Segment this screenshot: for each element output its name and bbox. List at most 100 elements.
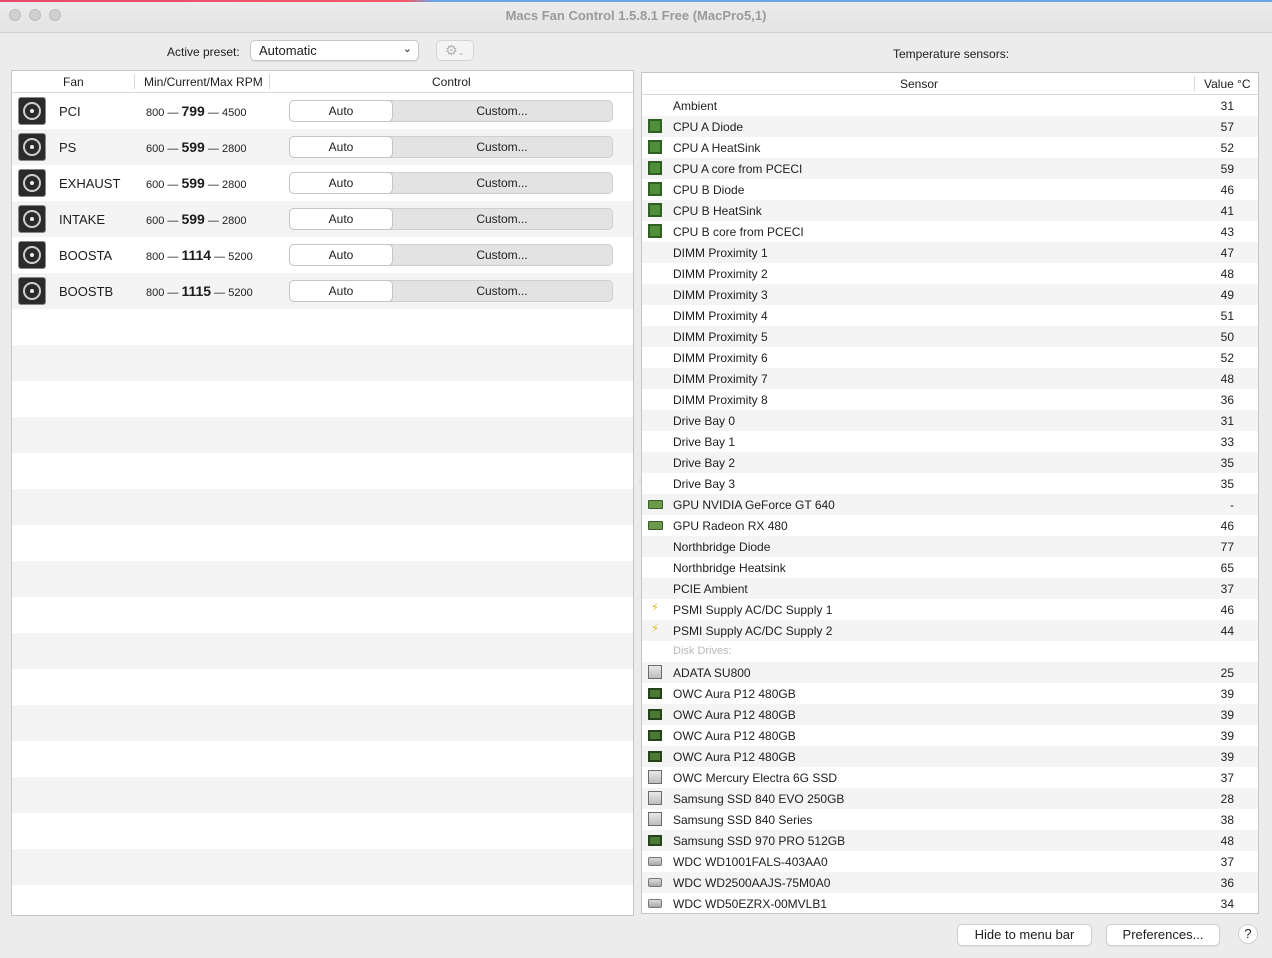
hide-to-menu-bar-button[interactable]: Hide to menu bar	[957, 924, 1092, 946]
fan-control-segment: Auto Custom...	[289, 280, 613, 302]
auto-button[interactable]: Auto	[290, 209, 392, 229]
sensor-value: 36	[1220, 393, 1234, 407]
sensor-row: Samsung SSD 840 EVO 250GB 28	[642, 788, 1258, 809]
rpm-current: 599	[181, 211, 205, 227]
fan-rpm: 800 — 1114 — 5200	[146, 247, 253, 263]
control-column-header[interactable]: Control	[432, 75, 471, 89]
sensor-row: OWC Aura P12 480GB 39	[642, 683, 1258, 704]
hard-disk-icon	[648, 899, 662, 908]
preset-select[interactable]: Automatic ⌄	[250, 40, 419, 61]
sensor-name: CPU A HeatSink	[673, 141, 761, 155]
nvme-ssd-icon	[648, 835, 662, 846]
empty-row	[12, 453, 633, 489]
ssd-drive-icon	[648, 791, 662, 805]
sensor-name: DIMM Proximity 3	[673, 288, 768, 302]
splitter-handle[interactable]: ⋮	[636, 476, 644, 485]
sensor-name: DIMM Proximity 7	[673, 372, 768, 386]
custom-button[interactable]: Custom...	[392, 281, 612, 301]
custom-button[interactable]: Custom...	[392, 137, 612, 157]
rpm-max: 5200	[228, 251, 253, 263]
sensor-value: 48	[1220, 372, 1234, 386]
sensor-value: 49	[1220, 288, 1234, 302]
gear-icon: ⚙	[444, 42, 458, 58]
sensor-row: DIMM Proximity 6 52	[642, 347, 1258, 368]
nvme-ssd-icon	[648, 709, 662, 720]
sensor-value: 28	[1220, 792, 1234, 806]
custom-button[interactable]: Custom...	[392, 101, 612, 121]
sensor-row: DIMM Proximity 5 50	[642, 326, 1258, 347]
fan-row: BOOSTA 800 — 1114 — 5200 Auto Custom...	[12, 237, 633, 273]
sensor-row: CPU A Diode 57	[642, 116, 1258, 137]
auto-button[interactable]: Auto	[290, 245, 392, 265]
sensor-value: 65	[1220, 561, 1234, 575]
empty-row	[12, 633, 633, 669]
sensor-row: DIMM Proximity 2 48	[642, 263, 1258, 284]
sensor-row: Drive Bay 2 35	[642, 452, 1258, 473]
auto-button[interactable]: Auto	[290, 137, 392, 157]
empty-row	[12, 669, 633, 705]
sensor-name: CPU A Diode	[673, 120, 744, 134]
nvme-ssd-icon	[648, 751, 662, 762]
cpu-chip-icon	[648, 161, 662, 175]
rpm-max: 2800	[221, 215, 247, 227]
empty-row	[12, 813, 633, 849]
rpm-column-header[interactable]: Min/Current/Max RPM	[144, 75, 263, 89]
sensor-name: CPU B core from PCECI	[673, 225, 804, 239]
sensor-name: OWC Mercury Electra 6G SSD	[673, 771, 838, 785]
cpu-chip-icon	[648, 182, 662, 196]
sensor-row: Northbridge Diode 77	[642, 536, 1258, 557]
sensor-column-header[interactable]: Sensor	[900, 77, 938, 91]
sensor-value: 39	[1220, 687, 1234, 701]
sensor-name: DIMM Proximity 5	[673, 330, 768, 344]
sensor-value: 37	[1220, 771, 1234, 785]
preferences-button[interactable]: Preferences...	[1106, 924, 1220, 946]
auto-button[interactable]: Auto	[290, 281, 392, 301]
sensor-name: Northbridge Heatsink	[673, 561, 786, 575]
sensor-value: 51	[1220, 309, 1234, 323]
sensor-row: DIMM Proximity 8 36	[642, 389, 1258, 410]
sensor-row: DIMM Proximity 4 51	[642, 305, 1258, 326]
sensor-name: ADATA SU800	[673, 666, 751, 680]
sensor-value: 39	[1220, 729, 1234, 743]
title-accent	[0, 0, 1272, 2]
sensor-name: PSMI Supply AC/DC Supply 1	[673, 603, 833, 617]
fan-name: PS	[59, 140, 77, 155]
fan-column-header[interactable]: Fan	[63, 75, 84, 89]
auto-button[interactable]: Auto	[290, 173, 392, 193]
sensor-row: Ambient 31	[642, 95, 1258, 116]
fan-icon	[18, 241, 46, 269]
cpu-chip-icon	[648, 203, 662, 217]
sensor-name: Samsung SSD 840 Series	[673, 813, 813, 827]
sensor-value: 35	[1220, 456, 1234, 470]
empty-row	[12, 705, 633, 741]
gear-menu-button[interactable]: ⚙⌄	[436, 40, 474, 61]
sensor-value: 25	[1220, 666, 1234, 680]
window-title: Macs Fan Control 1.5.8.1 Free (MacPro5,1…	[505, 8, 767, 23]
fan-icon	[18, 97, 46, 125]
empty-row	[12, 381, 633, 417]
rpm-current: 1114	[181, 247, 212, 263]
fan-icon	[18, 169, 46, 197]
fans-table: Fan Min/Current/Max RPM Control PCI 800 —…	[11, 70, 634, 916]
gpu-card-icon	[648, 521, 663, 530]
value-column-header[interactable]: Value °C	[1204, 77, 1251, 91]
sensor-name: Disk Drives:	[673, 645, 732, 657]
custom-button[interactable]: Custom...	[392, 245, 612, 265]
fan-row: INTAKE 600 — 599 — 2800 Auto Custom...	[12, 201, 633, 237]
empty-row	[12, 597, 633, 633]
custom-button[interactable]: Custom...	[392, 209, 612, 229]
fan-row: PS 600 — 599 — 2800 Auto Custom...	[12, 129, 633, 165]
rpm-max: 5200	[228, 287, 253, 299]
help-button[interactable]: ?	[1238, 924, 1258, 944]
sensors-rows: Ambient 31 CPU A Diode 57 CPU A HeatSink 52 CP…	[642, 95, 1258, 913]
custom-button[interactable]: Custom...	[392, 173, 612, 193]
auto-button[interactable]: Auto	[290, 101, 392, 121]
fan-name: INTAKE	[59, 212, 105, 227]
sensor-row: DIMM Proximity 7 48	[642, 368, 1258, 389]
sensor-name: Drive Bay 1	[673, 435, 736, 449]
sensor-name: DIMM Proximity 8	[673, 393, 768, 407]
sensor-value: 46	[1220, 519, 1234, 533]
sensor-row: Drive Bay 0 31	[642, 410, 1258, 431]
sensor-name: CPU A core from PCECI	[673, 162, 803, 176]
empty-row	[12, 489, 633, 525]
